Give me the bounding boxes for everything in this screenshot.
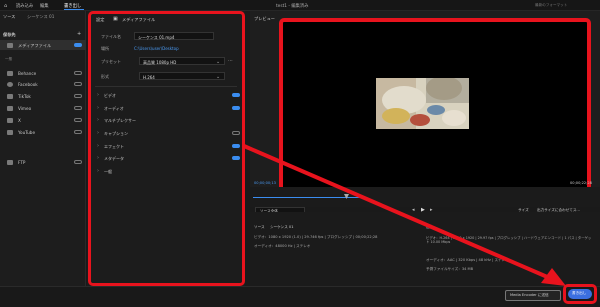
sequence-name: シーケンス 01 bbox=[27, 14, 55, 19]
sidebar-item-label: Behance bbox=[18, 71, 37, 76]
vimeo-toggle[interactable] bbox=[74, 106, 82, 110]
source-summary-name: シーケンス 01 bbox=[270, 225, 294, 229]
sidebar-item-label: X bbox=[18, 118, 21, 123]
estimated-filesize: 予測ファイルサイズ：34 MB bbox=[426, 267, 474, 271]
sidebar-item-vimeo[interactable]: Vimeo bbox=[0, 103, 86, 113]
format-hint: 最新のフォーマット bbox=[535, 3, 568, 7]
time-start: 00;00;00;13 bbox=[254, 181, 276, 185]
source-audio-info: オーディオ：48000 Hz | ステレオ bbox=[254, 244, 311, 248]
media-encoder-label: Media Encoder に送信 bbox=[510, 293, 549, 297]
settings-highlight-frame bbox=[88, 11, 245, 286]
vimeo-icon bbox=[7, 105, 13, 111]
x-icon bbox=[7, 117, 13, 123]
ftp-icon bbox=[7, 159, 13, 165]
media-file-icon bbox=[7, 42, 13, 48]
x-toggle[interactable] bbox=[74, 118, 82, 122]
destination-header: 保存先 bbox=[3, 32, 16, 37]
ftp-toggle[interactable] bbox=[74, 160, 82, 164]
add-destination-icon[interactable]: + bbox=[77, 32, 81, 37]
sidebar-item-ftp[interactable]: FTP bbox=[0, 157, 86, 167]
facebook-toggle[interactable] bbox=[74, 82, 82, 86]
top-menu-bar: ⌂ 読み込み 編集 書き出し test1 - 編集済み 最新のフォーマット bbox=[0, 0, 600, 11]
source-header: ソース bbox=[3, 14, 16, 19]
sidebar-item-label: TikTok bbox=[18, 94, 31, 99]
source-panel: ソース シーケンス 01 保存先 + メディアファイル 一般 Behance F… bbox=[0, 11, 86, 307]
output-summary-label: 出力 bbox=[426, 225, 434, 229]
window-title: test1 - 編集済み bbox=[276, 4, 309, 9]
tiktok-toggle[interactable] bbox=[74, 94, 82, 98]
general-section-header: 一般 bbox=[5, 57, 13, 61]
facebook-icon bbox=[7, 81, 13, 87]
behance-icon bbox=[7, 70, 13, 76]
home-icon[interactable]: ⌂ bbox=[4, 3, 7, 9]
export-summary: ソース シーケンス 01 ビデオ：1080 x 1920 (1.0) | 29.… bbox=[250, 212, 600, 287]
media-encoder-button[interactable]: Media Encoder に送信 bbox=[505, 290, 561, 301]
sidebar-item-media-file[interactable]: メディアファイル bbox=[0, 40, 86, 50]
sidebar-item-facebook[interactable]: Facebook bbox=[0, 79, 86, 89]
export-highlight-frame bbox=[563, 284, 597, 304]
active-tab-indicator bbox=[64, 9, 84, 10]
menu-edit[interactable]: 編集 bbox=[40, 3, 49, 9]
source-video-info: ビデオ：1080 x 1920 (1.0) | 29.746 fps | プログ… bbox=[254, 235, 378, 239]
sidebar-item-youtube[interactable]: YouTube bbox=[0, 127, 86, 137]
sidebar-item-label: メディアファイル bbox=[18, 43, 52, 48]
sidebar-item-behance[interactable]: Behance bbox=[0, 68, 86, 78]
preview-header: プレビュー bbox=[254, 16, 275, 21]
menu-import[interactable]: 読み込み bbox=[16, 3, 33, 9]
output-audio-info: オーディオ：AAC | 320 Kbps | 48 kHz | ステレオ bbox=[426, 258, 509, 262]
tiktok-icon bbox=[7, 93, 13, 99]
sidebar-item-tiktok[interactable]: TikTok bbox=[0, 91, 86, 101]
behance-toggle[interactable] bbox=[74, 71, 82, 75]
sidebar-item-label: FTP bbox=[18, 160, 26, 165]
video-thumbnail bbox=[376, 78, 469, 129]
sidebar-item-label: YouTube bbox=[18, 130, 36, 135]
video-frame-image bbox=[376, 78, 469, 129]
youtube-icon bbox=[7, 129, 13, 135]
time-end: 00;00;22;28 bbox=[570, 181, 592, 185]
media-file-toggle[interactable] bbox=[74, 43, 82, 47]
youtube-toggle[interactable] bbox=[74, 130, 82, 134]
sidebar-item-label: Vimeo bbox=[18, 106, 32, 111]
source-summary-label: ソース bbox=[254, 225, 265, 229]
sidebar-item-x[interactable]: X bbox=[0, 115, 86, 125]
sidebar-item-label: Facebook bbox=[18, 82, 38, 87]
